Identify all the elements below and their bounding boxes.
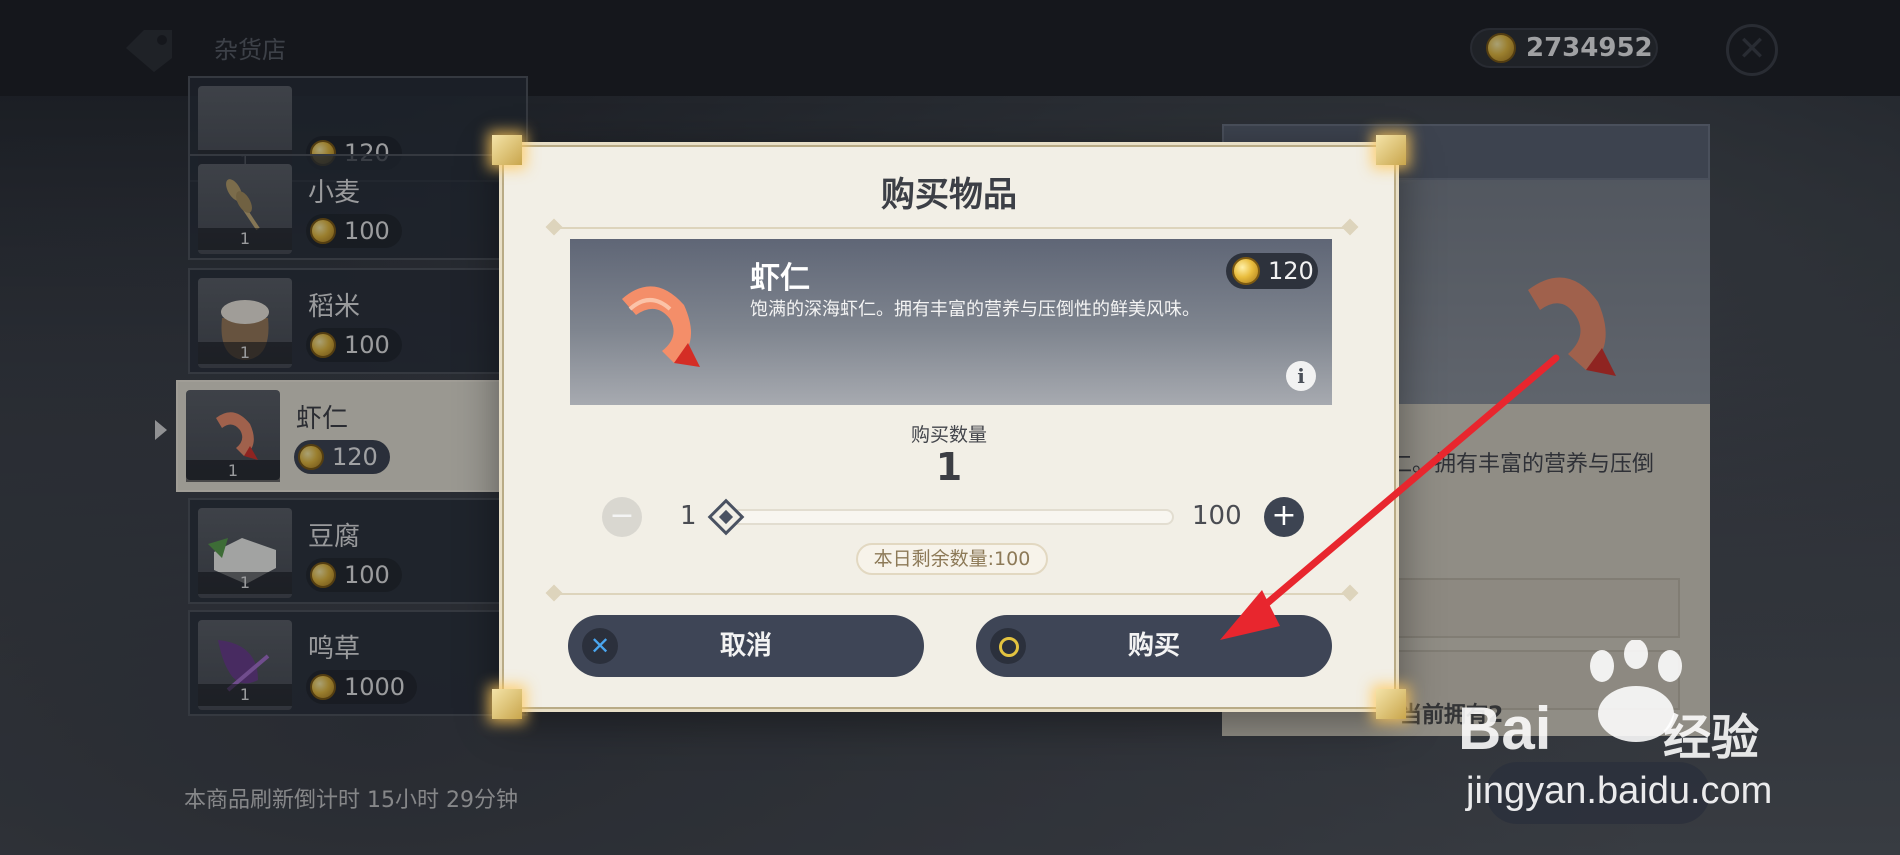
watermark-brand: Bai — [1458, 695, 1552, 762]
quantity-slider[interactable] — [707, 498, 1174, 536]
corner-ornament — [1376, 689, 1406, 719]
item-name: 虾仁 — [750, 261, 810, 296]
slider-min-value: 1 — [680, 501, 697, 531]
item-card: 虾仁 饱满的深海虾仁。拥有丰富的营养与压倒性的鲜美风味。 120 i — [570, 239, 1332, 405]
slider-max-value: 100 — [1192, 501, 1242, 531]
slider-handle[interactable] — [707, 498, 745, 536]
remaining-today: 本日剩余数量:100 — [856, 543, 1048, 575]
increase-button[interactable]: + — [1264, 497, 1304, 537]
item-description: 饱满的深海虾仁。拥有丰富的营养与压倒性的鲜美风味。 — [750, 299, 1200, 320]
divider-ornament — [552, 593, 1352, 595]
minus-icon: − — [609, 498, 635, 533]
watermark-brand-suffix: 经验 — [1663, 710, 1760, 766]
decrease-button[interactable]: − — [602, 497, 642, 537]
quantity-value: 1 — [935, 445, 963, 489]
item-price: 120 — [1226, 253, 1318, 289]
corner-ornament — [492, 689, 522, 719]
gold-coin-icon — [1232, 257, 1260, 285]
divider-ornament — [552, 227, 1352, 229]
buy-button[interactable]: 购买 — [976, 615, 1332, 677]
corner-ornament — [492, 135, 522, 165]
shrimp-icon — [622, 286, 700, 367]
dialog-title: 购买物品 — [881, 175, 1017, 215]
baidu-watermark: Bai 经验 jingyan.baidu.com — [1458, 640, 1798, 820]
watermark-url: jingyan.baidu.com — [1466, 770, 1773, 812]
quantity-label: 购买数量 — [910, 424, 987, 446]
purchase-dialog: 购买物品 虾仁 饱满的深海虾仁。拥有丰富的营养与压倒性的鲜美风味。 120 i … — [492, 135, 1406, 719]
corner-ornament — [1376, 135, 1406, 165]
cancel-button[interactable]: ✕ 取消 — [568, 615, 924, 677]
plus-icon: + — [1271, 498, 1297, 533]
info-icon[interactable]: i — [1286, 361, 1316, 391]
